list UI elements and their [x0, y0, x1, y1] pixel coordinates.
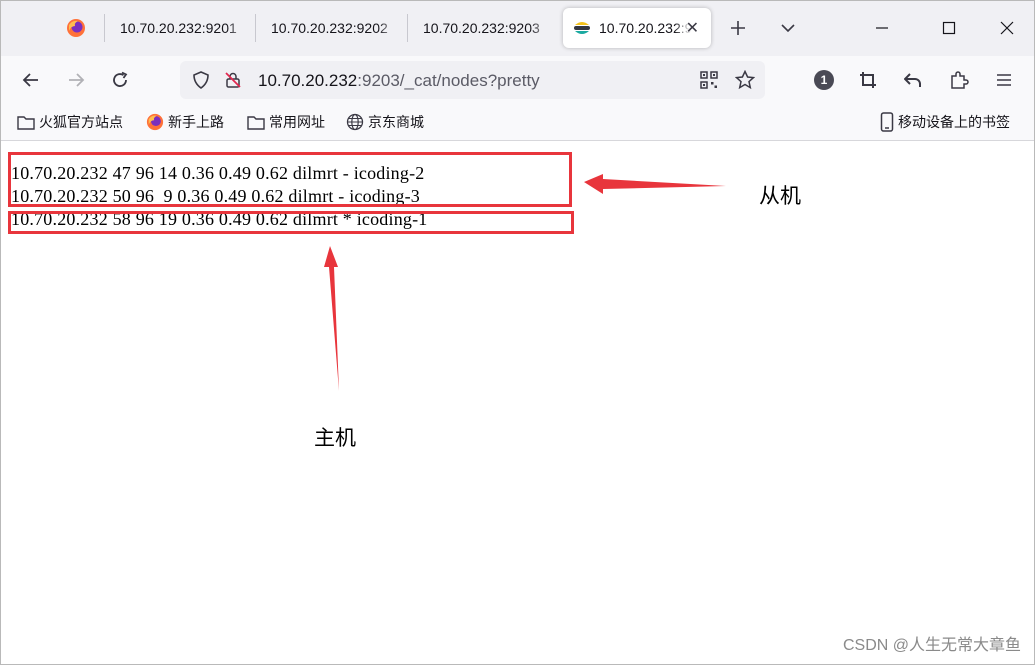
tab-separator: [255, 14, 256, 42]
arrow-left-icon: [22, 73, 38, 87]
undo-arrow-icon: [904, 73, 921, 87]
minimize-button[interactable]: [860, 8, 904, 48]
back-button[interactable]: [15, 64, 47, 96]
bookmarks-toolbar: 火狐官方站点 新手上路 常用网址 京东商城 移动设备上的书签: [0, 104, 1035, 141]
tab-9203[interactable]: 10.70.20.232:9203: [409, 8, 557, 48]
watermark: CSDN @人生无常大章鱼: [842, 637, 1021, 654]
tab-9202[interactable]: 10.70.20.232:9202: [257, 8, 405, 48]
hamburger-menu-icon: [997, 74, 1011, 86]
bookmark-getting-started[interactable]: 新手上路: [146, 112, 224, 132]
qr-code-icon[interactable]: [700, 71, 718, 89]
arrow-right-icon: [69, 73, 85, 87]
mobile-bookmarks-label: 移动设备上的书签: [898, 114, 1010, 130]
folder-icon: [247, 116, 265, 130]
page-content: 10.70.20.232 47 96 14 0.36 0.49 0.62 dil…: [0, 141, 1035, 665]
maximize-button[interactable]: [927, 8, 971, 48]
elastic-icon: [574, 22, 590, 34]
crop-screenshot-button[interactable]: [852, 64, 884, 96]
bookmark-label: 火狐官方站点: [39, 114, 123, 130]
bookmark-firefox-official[interactable]: 火狐官方站点: [17, 112, 123, 132]
minimize-icon: [876, 27, 888, 29]
tab-separator: [407, 14, 408, 42]
bookmark-jd-mall[interactable]: 京东商城: [346, 112, 424, 132]
mobile-bookmarks[interactable]: 移动设备上的书签: [880, 112, 1010, 132]
app-menu-button[interactable]: [988, 64, 1020, 96]
master-annotation-label: 主机: [314, 426, 356, 450]
firefox-icon: [67, 19, 85, 37]
maximize-icon: [942, 21, 956, 35]
tab-active-cat-nodes[interactable]: 10.70.20.232:9203/_cat/nodes?pretty ✕: [563, 8, 711, 48]
puzzle-icon: [951, 71, 969, 89]
close-tab-icon[interactable]: ✕: [686, 18, 699, 38]
firefox-view-button[interactable]: [52, 8, 100, 48]
tab-separator: [104, 14, 105, 42]
close-icon: [1000, 21, 1014, 35]
bookmark-common-sites[interactable]: 常用网址: [247, 112, 325, 132]
replica-arrow-icon: [584, 174, 726, 194]
forward-button[interactable]: [60, 64, 92, 96]
tab-title: 10.70.20.232:9203: [423, 20, 540, 36]
chevron-down-icon: [781, 24, 795, 33]
list-all-tabs-button[interactable]: [774, 14, 802, 42]
extension-button-1[interactable]: 1: [808, 64, 840, 96]
url-path: :9203/_cat/nodes?pretty: [357, 71, 540, 90]
plus-icon: [731, 21, 745, 35]
crop-icon: [860, 72, 876, 88]
folder-icon: [17, 116, 35, 130]
mobile-device-icon: [880, 112, 894, 132]
shield-icon[interactable]: [192, 71, 210, 89]
tab-strip: 10.70.20.232:9201 10.70.20.232:9202 10.7…: [0, 0, 1035, 56]
extensions-button[interactable]: [943, 64, 975, 96]
bookmark-star-icon[interactable]: [735, 70, 755, 90]
master-arrow-icon: [324, 246, 339, 391]
close-window-button[interactable]: [985, 8, 1029, 48]
bookmark-label: 新手上路: [168, 114, 224, 130]
insecure-lock-icon[interactable]: [224, 71, 242, 89]
url-host: 10.70.20.232: [258, 71, 358, 90]
tab-title: 10.70.20.232:9203/_cat/nodes?pretty: [599, 20, 691, 36]
replica-annotation-label: 从机: [759, 184, 801, 208]
tab-title: 10.70.20.232:9202: [271, 20, 388, 36]
navigation-toolbar: 10.70.20.232:9203/_cat/nodes?pretty 1: [0, 56, 1035, 104]
bookmark-label: 常用网址: [269, 114, 325, 130]
url-bar[interactable]: 10.70.20.232:9203/_cat/nodes?pretty: [180, 61, 765, 99]
firefox-icon: [146, 113, 164, 131]
bookmark-label: 京东商城: [368, 114, 424, 130]
annotation-arrows: [324, 174, 726, 391]
tab-9201[interactable]: 10.70.20.232:9201: [106, 8, 254, 48]
globe-icon: [346, 113, 364, 131]
url-text[interactable]: 10.70.20.232:9203/_cat/nodes?pretty: [258, 71, 540, 91]
undo-button[interactable]: [897, 64, 929, 96]
tab-title: 10.70.20.232:9201: [120, 20, 237, 36]
new-tab-button[interactable]: [724, 14, 752, 42]
reload-icon: [113, 71, 128, 87]
reload-button[interactable]: [104, 64, 136, 96]
extension-badge-count: 1: [820, 73, 828, 87]
